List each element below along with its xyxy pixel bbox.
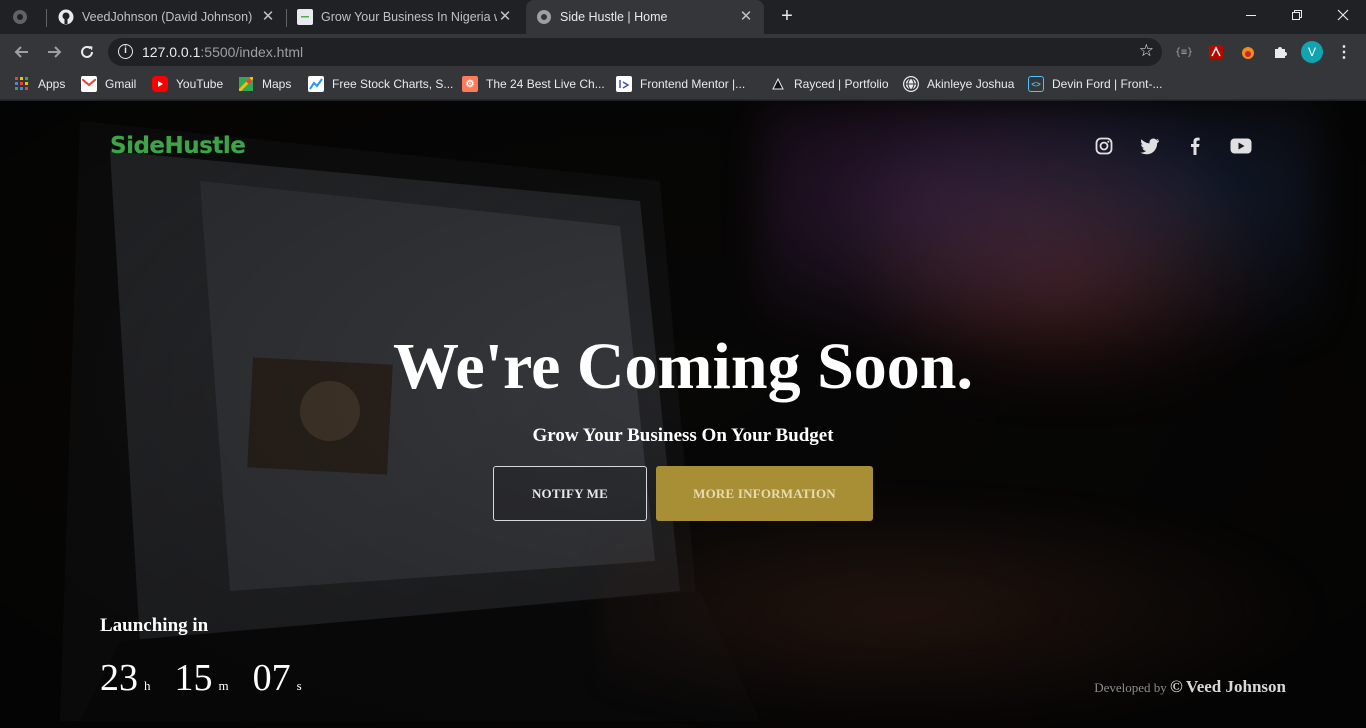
url-path: :5500/index.html: [200, 44, 304, 60]
reload-button[interactable]: [75, 40, 99, 64]
tab-side-hustle[interactable]: Side Hustle | Home ✕: [526, 0, 764, 34]
bookmark-maps[interactable]: Maps: [238, 70, 291, 98]
puzzle-extensions-icon[interactable]: [1270, 42, 1290, 62]
countdown-timer: 23 h 15 m 07 s: [100, 656, 326, 700]
youtube-icon[interactable]: [1230, 136, 1252, 156]
bookmark-gmail[interactable]: Gmail: [81, 70, 136, 98]
close-window-button[interactable]: [1320, 0, 1366, 30]
new-tab-button[interactable]: +: [776, 6, 798, 28]
countdown-minutes: 15: [174, 657, 213, 699]
tab-strip: VeedJohnson (David Johnson) ✕ Grow Your …: [0, 0, 1366, 34]
minimize-button[interactable]: [1228, 0, 1274, 30]
hubspot-icon: ⚙: [462, 76, 478, 92]
tab-search-button[interactable]: [12, 0, 42, 34]
fire-extension-icon[interactable]: [1238, 42, 1258, 62]
json-extension-icon[interactable]: {≡}: [1174, 42, 1194, 62]
developer-credit: Developed by © Veed Johnson: [1094, 677, 1286, 697]
bookmark-label: Rayced | Portfolio: [794, 77, 889, 91]
globe-icon: [536, 9, 552, 25]
url-text: 127.0.0.1:5500/index.html: [142, 44, 303, 60]
copyright-symbol: ©: [1170, 677, 1183, 696]
page-viewport: SideHustle We're Coming Soon. Grow Your …: [0, 101, 1366, 728]
tab-github[interactable]: VeedJohnson (David Johnson) ✕: [58, 0, 286, 34]
address-bar[interactable]: i 127.0.0.1:5500/index.html ☆: [108, 38, 1162, 66]
tab-title: Grow Your Business In Nigeria wi: [321, 10, 497, 24]
twitter-icon[interactable]: [1140, 136, 1160, 156]
close-icon[interactable]: ✕: [260, 9, 276, 25]
tab-separator: [46, 9, 47, 27]
profile-avatar[interactable]: V: [1301, 41, 1323, 63]
tab-title: VeedJohnson (David Johnson): [82, 10, 252, 24]
countdown-hours: 23: [100, 657, 138, 699]
back-button[interactable]: [10, 40, 34, 64]
instagram-icon[interactable]: [1094, 136, 1114, 156]
countdown-hours-unit: h: [144, 678, 151, 693]
frontend-mentor-icon: [616, 76, 632, 92]
github-icon: [58, 9, 74, 25]
countdown-seconds-unit: s: [296, 678, 302, 693]
code-icon: <>: [1028, 76, 1044, 92]
close-icon[interactable]: ✕: [497, 9, 513, 25]
restore-button[interactable]: [1274, 0, 1320, 30]
portfolio-icon: [770, 76, 786, 92]
more-information-button[interactable]: MORE INFORMATION: [656, 466, 873, 521]
bookmark-label: YouTube: [176, 77, 224, 91]
menu-kebab-icon[interactable]: ⋮: [1336, 42, 1352, 62]
tab-grow-business[interactable]: Grow Your Business In Nigeria wi ✕: [297, 0, 523, 34]
notify-me-button[interactable]: NOTIFY ME: [493, 466, 647, 521]
bookmark-label: Free Stock Charts, S...: [332, 77, 454, 91]
apps-grid-icon: [14, 76, 30, 92]
bookmark-label: Devin Ford | Front-...: [1052, 77, 1163, 91]
maps-icon: [238, 76, 254, 92]
sidehustle-logo[interactable]: SideHustle: [110, 133, 246, 159]
forward-button[interactable]: [42, 40, 66, 64]
developer-name[interactable]: Veed Johnson: [1186, 677, 1286, 696]
page-icon: [297, 9, 313, 25]
browser-toolbar: i 127.0.0.1:5500/index.html ☆ {≡} V ⋮: [0, 34, 1366, 70]
facebook-icon[interactable]: [1185, 136, 1205, 156]
gmail-icon: [81, 76, 97, 92]
info-icon[interactable]: i: [118, 44, 133, 59]
globe-icon: [12, 9, 28, 25]
tab-separator: [286, 9, 287, 27]
bookmark-label: Gmail: [105, 77, 137, 91]
bookmark-stock-charts[interactable]: Free Stock Charts, S...: [308, 70, 453, 98]
bookmark-star-icon[interactable]: ☆: [1139, 41, 1154, 61]
bookmark-label: Frontend Mentor |...: [640, 77, 746, 91]
bookmark-label: Apps: [38, 77, 66, 91]
bookmark-label: Akinleye Joshua: [927, 77, 1015, 91]
countdown-seconds: 07: [252, 657, 291, 699]
bookmark-akinleye[interactable]: Akinleye Joshua: [903, 70, 1014, 98]
bookmark-label: The 24 Best Live Ch...: [486, 77, 605, 91]
subheadline: Grow Your Business On Your Budget: [532, 425, 834, 446]
youtube-icon: [152, 76, 168, 92]
pdf-extension-icon[interactable]: [1206, 42, 1226, 62]
bookmark-youtube[interactable]: YouTube: [152, 70, 223, 98]
bookmarks-bar: Apps Gmail YouTube Maps Free Stock Chart…: [0, 70, 1366, 100]
bookmark-rayced[interactable]: Rayced | Portfolio: [770, 70, 889, 98]
bookmark-live-chat[interactable]: ⚙ The 24 Best Live Ch...: [462, 70, 605, 98]
close-icon[interactable]: ✕: [738, 9, 754, 25]
tab-title: Side Hustle | Home: [560, 10, 668, 24]
stock-charts-icon: [308, 76, 324, 92]
headline: We're Coming Soon.: [393, 330, 973, 403]
bookmark-devin-ford[interactable]: <> Devin Ford | Front-...: [1028, 70, 1162, 98]
globe-icon: [903, 76, 919, 92]
developed-by-label: Developed by: [1094, 680, 1167, 695]
launching-label: Launching in: [100, 615, 209, 636]
bookmark-apps[interactable]: Apps: [14, 70, 65, 98]
url-host: 127.0.0.1: [142, 44, 201, 60]
countdown-minutes-unit: m: [218, 678, 229, 693]
bookmark-label: Maps: [262, 77, 292, 91]
bookmark-frontend-mentor[interactable]: Frontend Mentor |...: [616, 70, 745, 98]
